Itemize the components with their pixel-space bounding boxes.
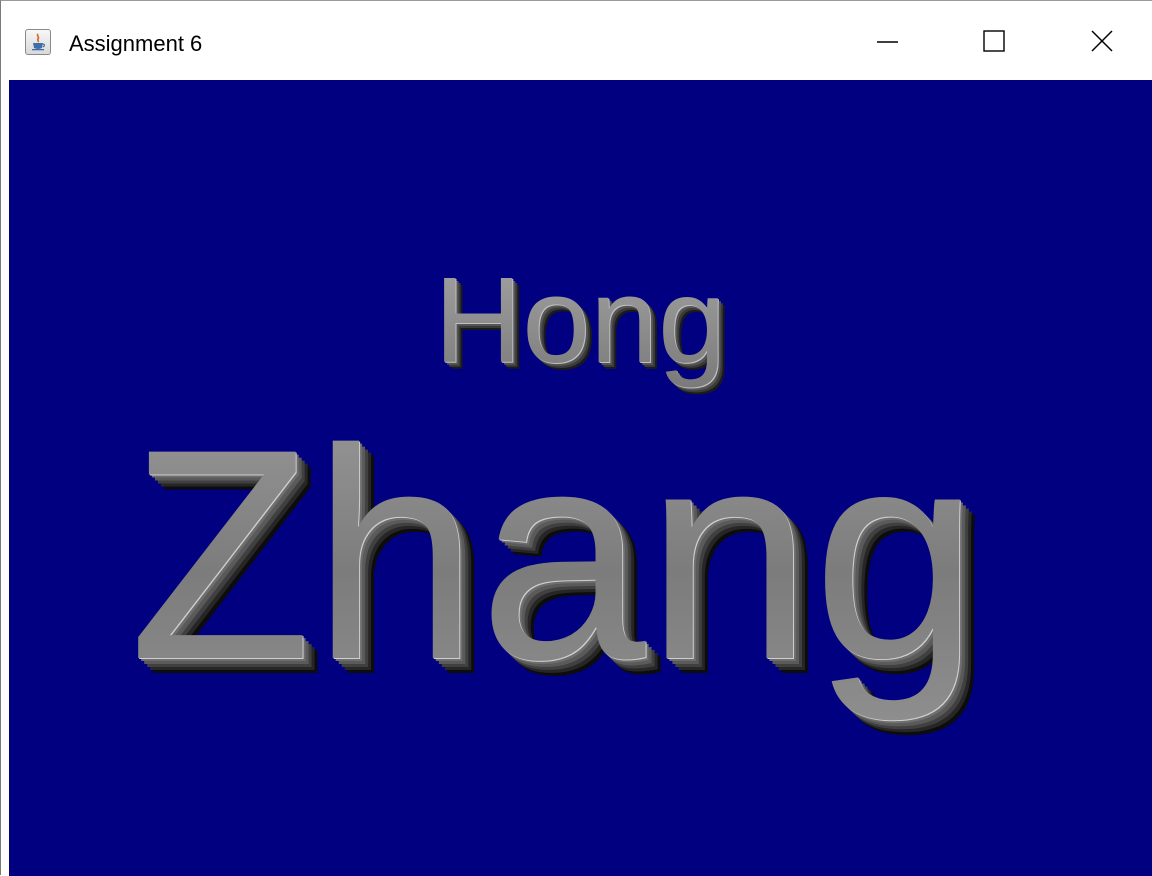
minimize-icon (877, 40, 898, 43)
zhang-text: Zhang (129, 386, 980, 724)
title-bar[interactable]: Assignment 6 (1, 1, 1152, 80)
hong-text: Hong (434, 252, 726, 388)
maximize-icon (983, 29, 1005, 52)
minimize-button[interactable] (852, 1, 924, 80)
render-canvas[interactable]: Hong Hong Hong Hong Hong Zhang Zhang Zha… (9, 80, 1152, 876)
close-icon (1091, 29, 1113, 52)
zhang-3d-text: Zhang Zhang Zhang Zhang Zhang Zhang Zhan… (129, 386, 995, 739)
window-title: Assignment 6 (69, 31, 203, 56)
app-window: Assignment 6 Hong Hong Hong Hong Hong Zh… (0, 0, 1152, 876)
hong-3d-text: Hong Hong Hong Hong Hong (434, 252, 733, 395)
java-cup-icon[interactable] (25, 29, 51, 55)
close-button[interactable] (1066, 1, 1138, 80)
maximize-button[interactable] (958, 1, 1030, 80)
